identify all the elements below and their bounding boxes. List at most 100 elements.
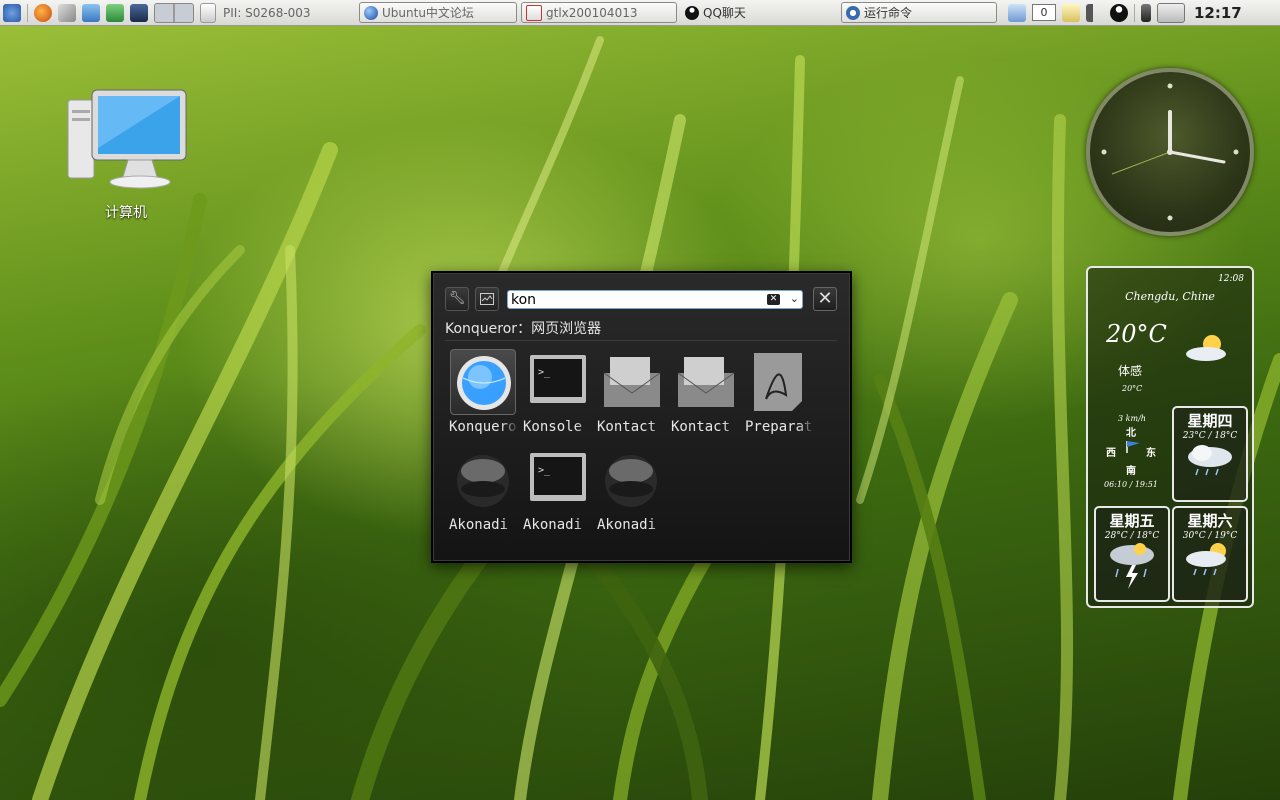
thumb [450,349,516,415]
task-ubuntu-forum[interactable]: Ubuntu中文论坛 [359,2,517,23]
settings-button[interactable]: 🔧︎ [445,287,469,311]
thumb [746,349,812,415]
sun-rain-icon [1186,543,1226,576]
thumb: >_ [524,447,590,513]
divider [445,340,837,341]
thunderstorm-icon [1110,543,1154,589]
svg-text:>_: >_ [538,367,551,378]
akonadi-icon [457,455,509,507]
task-pdf-document[interactable]: gtlx200104013 [521,2,677,23]
thumb [450,447,516,513]
weather-temperature: 20°C [1106,320,1167,348]
forecast-day-3: 星期六 30°C / 19°C [1172,506,1248,602]
akonadi-icon [605,455,657,507]
result-label: Preparation [745,419,815,435]
task-pii-document[interactable]: PII: S0268-003 [219,3,355,22]
desktop-icon-computer[interactable]: 计算机 [60,88,192,222]
forecast-range: 23°C / 18°C [1182,431,1238,441]
notes-icon[interactable] [1008,3,1026,22]
wind-speed: 3 km/h [1118,414,1146,423]
wind-dir-east: 东 [1146,448,1156,459]
wind-dir-west: 西 [1106,448,1116,459]
clear-text-icon[interactable]: ✕ [767,294,780,305]
close-icon: ✕ [817,288,833,309]
counter-box[interactable]: 0 [1032,4,1056,21]
run-command-button[interactable]: 运行命令 [841,2,997,23]
panel-separator [1134,3,1135,22]
firefox-icon[interactable] [34,3,52,22]
system-monitor-icon[interactable] [1157,2,1185,23]
kontact-icon [677,357,735,407]
forecast-day-name: 星期四 [1187,412,1233,430]
result-konsole[interactable]: >_ Konsole [521,349,591,439]
result-kontact[interactable]: Kontact [595,349,665,439]
terminal-icon: >_ [530,453,586,501]
wind-dir-south: 南 [1126,466,1136,477]
svg-text:>_: >_ [538,465,551,476]
result-description: Konqueror：网页浏览器 [445,321,602,337]
document-icon [200,2,216,23]
file-manager-icon[interactable] [82,3,100,22]
qq-penguin-icon [685,5,699,20]
cloud-rain-icon [1188,445,1232,476]
result-akonadi[interactable]: Akonadi [447,447,517,537]
result-label: Konqueror [449,419,519,435]
task-label: QQ聊天 [703,6,746,20]
thumb [598,349,664,415]
result-akonadi-console[interactable]: >_ Akonadi [521,447,591,537]
chevron-down-icon[interactable]: ⌄ [790,292,799,305]
kontact-icon [603,357,661,407]
forecast-day-name: 星期五 [1109,512,1155,530]
close-button[interactable]: ✕ [813,287,837,311]
wind-dir-north: 北 [1126,428,1136,439]
result-akonadi-3[interactable]: Akonadi [595,447,665,537]
forecast-day-2: 星期五 28°C / 18°C [1094,506,1170,602]
task-qq-chat[interactable]: QQ聊天 [681,3,809,22]
system-activity-button[interactable] [475,287,499,311]
run-command-icon [846,5,860,20]
thumb [672,349,738,415]
result-label: Akonadi [523,517,583,533]
forecast-range: 30°C / 19°C [1182,531,1238,541]
desktop-icon-label: 计算机 [105,205,147,221]
result-konqueror[interactable]: Konqueror [447,349,519,439]
result-label: Akonadi [449,517,509,533]
forecast-day-name: 星期六 [1187,512,1233,530]
result-kontact-2[interactable]: Kontact [669,349,739,439]
clipboard-icon[interactable] [1062,3,1080,22]
forecast-day-1: 星期四 23°C / 18°C [1172,406,1248,502]
system-settings-icon[interactable] [58,3,76,22]
network-icon[interactable] [106,3,124,22]
result-label: Konsole [523,419,583,435]
display-icon[interactable] [130,3,148,22]
result-label: Kontact [671,419,731,435]
kde-menu-icon[interactable] [3,3,21,22]
task-label: Ubuntu中文论坛 [382,6,474,20]
analog-clock-widget[interactable] [1086,68,1254,236]
search-field[interactable]: ✕ ⌄ [507,290,803,309]
globe-icon [364,5,378,20]
task-label: gtlx200104013 [546,5,638,20]
wind-flag-icon [1126,441,1140,453]
sunrise-sunset: 06:10 / 19:51 [1104,480,1158,489]
feels-like-label: 体感 [1118,364,1143,378]
qq-tray-icon[interactable] [1110,3,1128,22]
forecast-range: 28°C / 18°C [1104,531,1160,541]
weather-widget[interactable]: 12:08 Chengdu, Chine 20°C 体感 20°C 3 km/h… [1086,266,1254,608]
desktop-pager-icon[interactable] [154,2,194,23]
konqueror-globe-icon [457,356,511,410]
battery-icon[interactable] [1141,3,1151,22]
result-label: Kontact [597,419,657,435]
thumb [598,447,664,513]
volume-icon[interactable] [1086,3,1104,22]
search-input[interactable] [511,291,761,308]
run-command-label: 运行命令 [864,6,913,20]
activity-monitor-icon [480,293,494,305]
top-panel: PII: S0268-003 Ubuntu中文论坛 gtlx200104013 … [0,0,1280,26]
result-preparation[interactable]: Preparation [743,349,815,439]
terminal-icon: >_ [530,355,586,403]
wrench-icon: 🔧︎ [448,291,466,306]
partly-cloudy-icon [1186,335,1226,361]
panel-clock[interactable]: 12:17 [1194,4,1242,22]
run-command-dialog: 🔧︎ ✕ ⌄ ✕ Konqueror：网页浏览器 Konqueror [431,271,852,563]
